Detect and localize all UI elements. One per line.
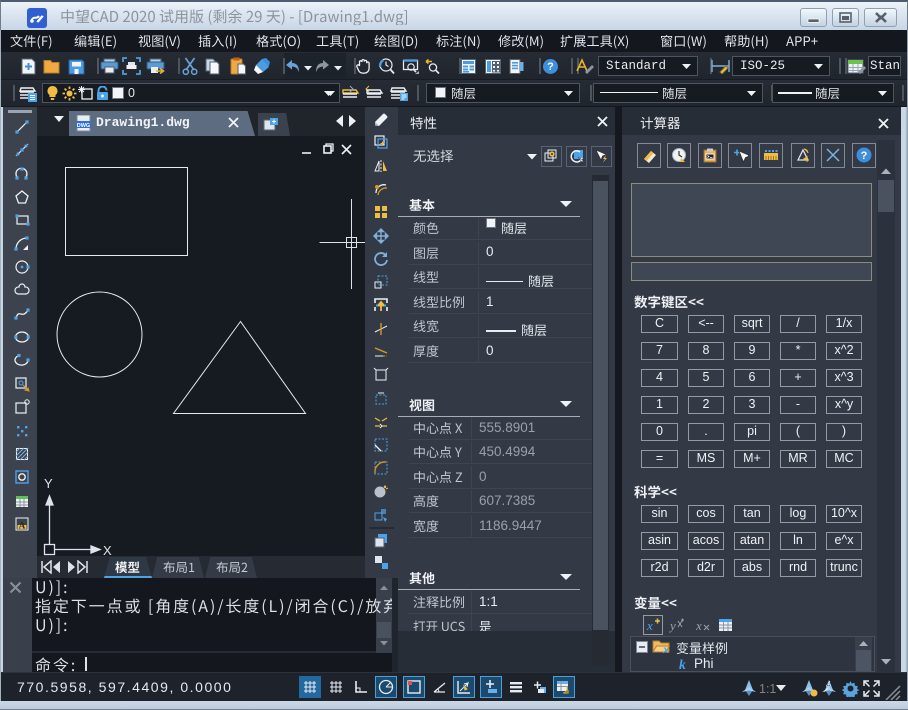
svg-text:x: x: [646, 618, 653, 633]
svg-text:y: y: [668, 618, 676, 633]
svg-text:x: x: [662, 642, 669, 655]
svg-text:?: ?: [547, 61, 554, 73]
svg-text:DWG: DWG: [77, 123, 90, 129]
svg-text:A: A: [19, 521, 26, 531]
svg-text:?: ?: [861, 150, 868, 162]
svg-text:X: X: [103, 543, 112, 556]
svg-text:Y: Y: [44, 476, 53, 491]
svg-text:x: x: [695, 618, 702, 633]
